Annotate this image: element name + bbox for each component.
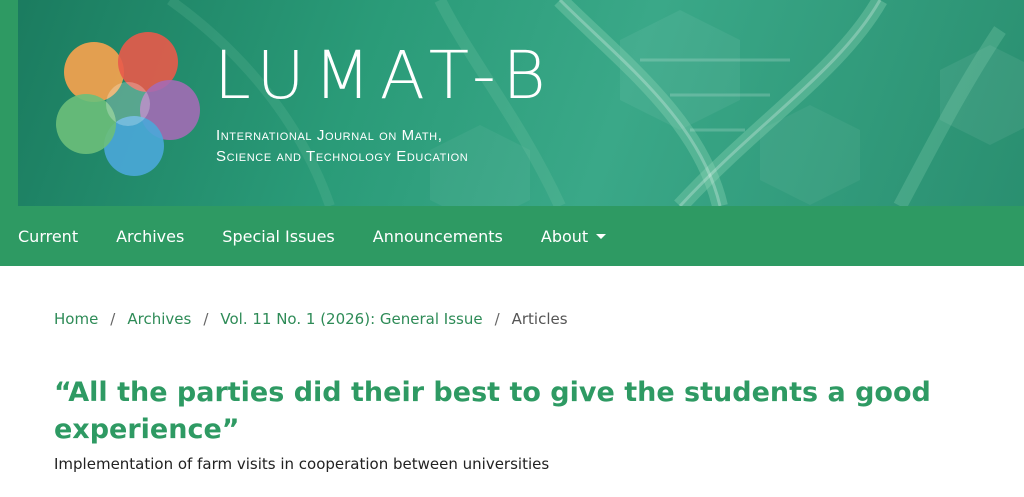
breadcrumb-issue-link[interactable]: Vol. 11 No. 1 (2026): General Issue bbox=[220, 310, 482, 328]
nav-item-announcements[interactable]: Announcements bbox=[373, 227, 503, 246]
banner-left-strip bbox=[0, 0, 18, 206]
breadcrumb-separator: / bbox=[110, 310, 116, 328]
breadcrumb-current: Articles bbox=[511, 310, 568, 328]
brand-subtitle-line1: International Journal on Math, bbox=[216, 127, 443, 144]
article-title: “All the parties did their best to give … bbox=[54, 377, 931, 445]
brand-title: LUMAT-B bbox=[214, 37, 555, 114]
breadcrumb-home-link[interactable]: Home bbox=[54, 310, 98, 328]
breadcrumb-archives-link[interactable]: Archives bbox=[127, 310, 191, 328]
breadcrumb-separator: / bbox=[203, 310, 209, 328]
brand-subtitle: International Journal on Math, Science a… bbox=[216, 125, 468, 167]
nav-item-archives[interactable]: Archives bbox=[116, 227, 184, 246]
nav-item-special-issues[interactable]: Special Issues bbox=[222, 227, 334, 246]
article-subtitle: Implementation of farm visits in coopera… bbox=[54, 455, 550, 473]
main-nav: Current Archives Special Issues Announce… bbox=[0, 206, 1024, 266]
nav-item-current[interactable]: Current bbox=[18, 227, 78, 246]
breadcrumb: Home / Archives / Vol. 11 No. 1 (2026): … bbox=[54, 310, 568, 328]
breadcrumb-separator: / bbox=[494, 310, 500, 328]
page: LUMAT-B International Journal on Math, S… bbox=[0, 0, 1024, 497]
brand-subtitle-line2: Science and Technology Education bbox=[216, 148, 469, 165]
lumat-logo bbox=[56, 32, 200, 176]
nav-item-about[interactable]: About bbox=[540, 226, 607, 246]
header-banner: LUMAT-B International Journal on Math, S… bbox=[0, 0, 1024, 206]
chevron-down-icon bbox=[596, 233, 607, 239]
nav-item-about-label: About bbox=[540, 226, 589, 246]
